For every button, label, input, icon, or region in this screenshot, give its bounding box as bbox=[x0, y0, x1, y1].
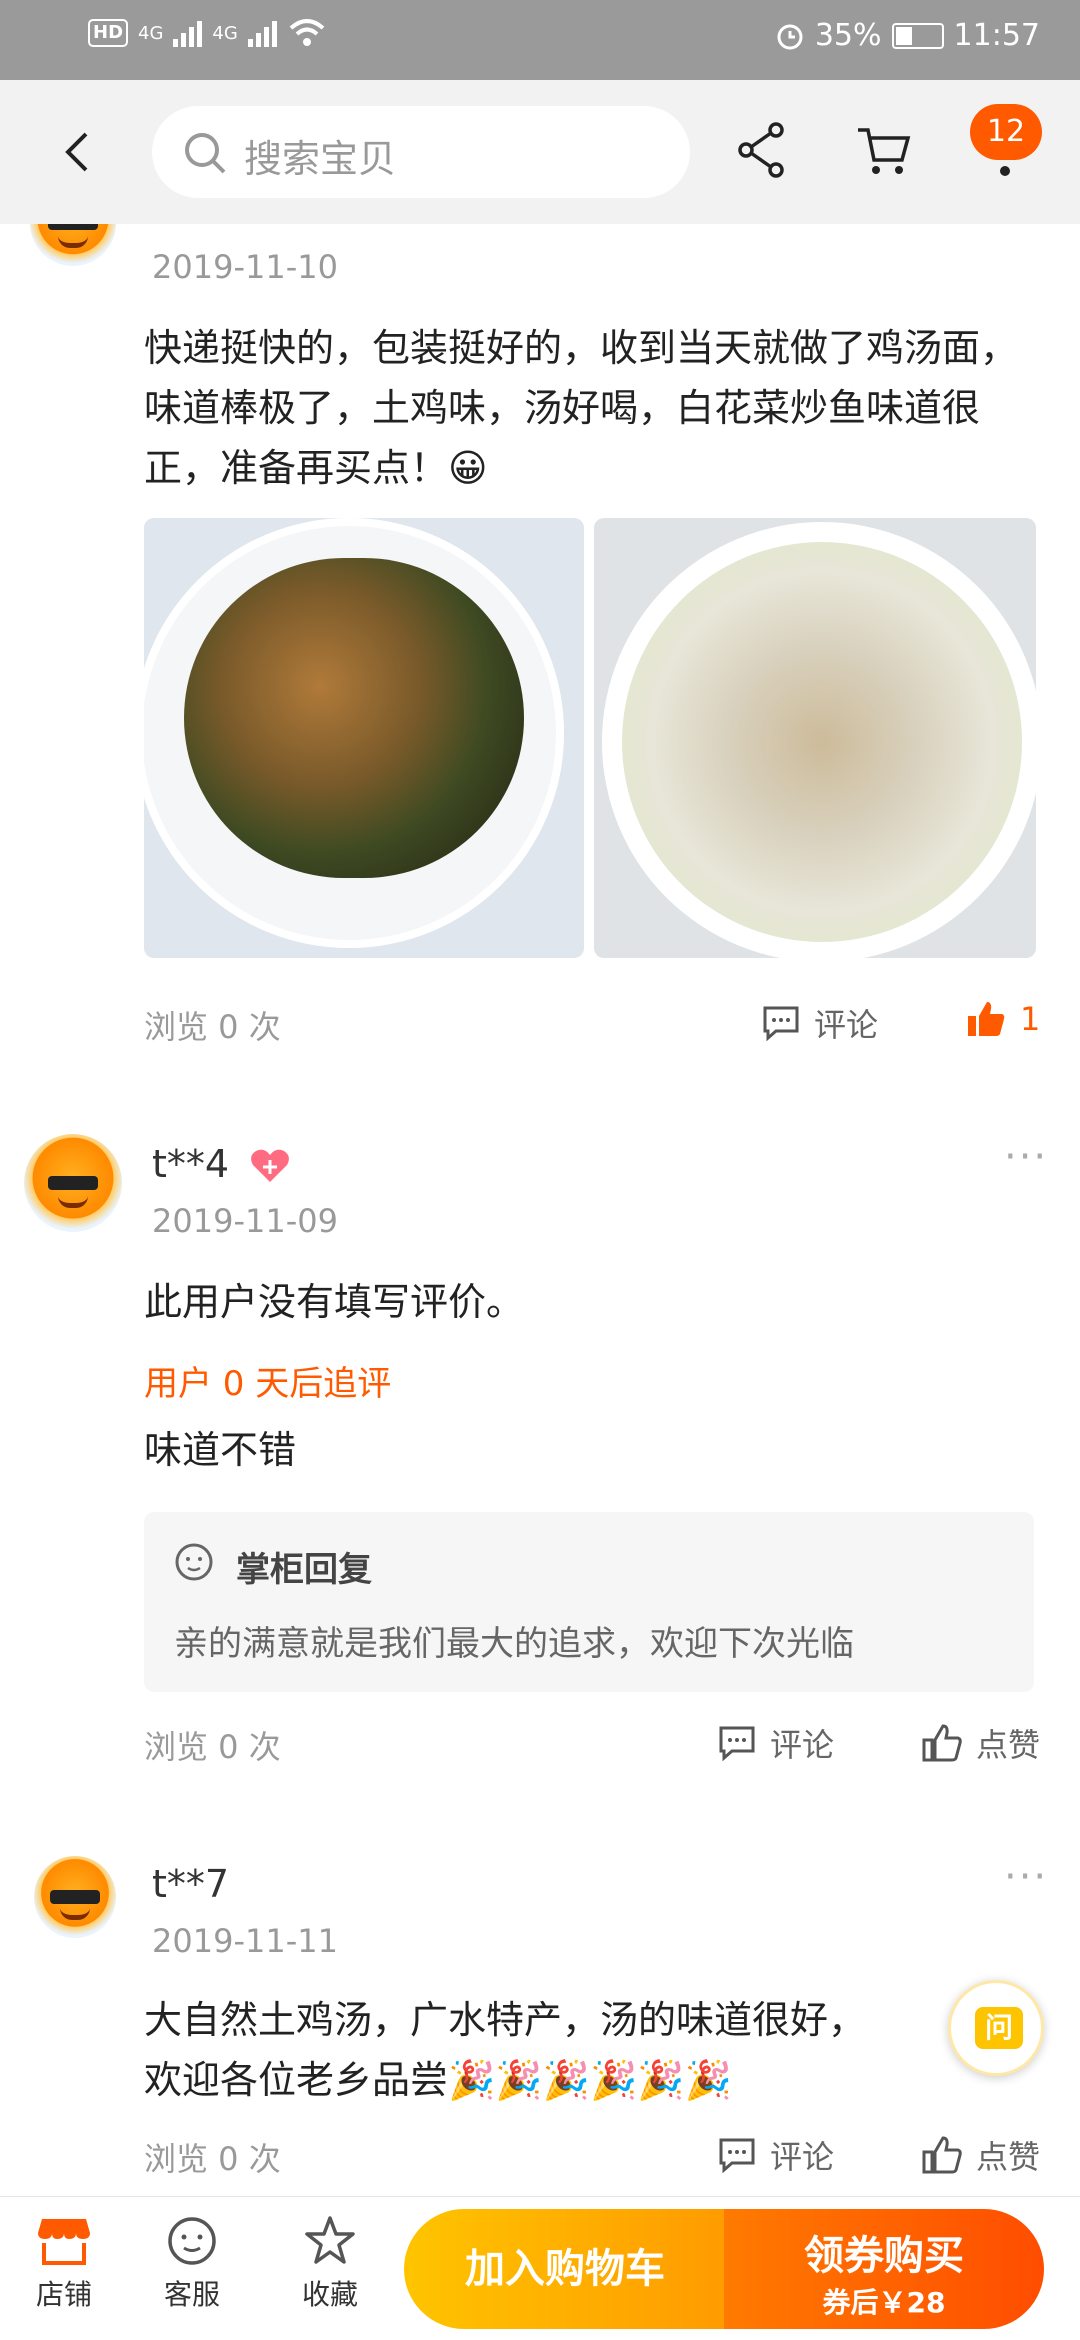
comment-button[interactable]: 评论 bbox=[718, 2132, 834, 2178]
search-placeholder: 搜索宝贝 bbox=[244, 137, 397, 181]
favorite-tab[interactable]: 收藏 bbox=[280, 2215, 380, 2313]
avatar[interactable] bbox=[34, 1856, 116, 1938]
thumbs-up-icon bbox=[922, 1724, 962, 1762]
more-menu-icon[interactable] bbox=[1000, 166, 1010, 176]
like-label: 点赞 bbox=[976, 2138, 1041, 2176]
comment-icon bbox=[719, 2138, 755, 2173]
store-label: 店铺 bbox=[35, 2278, 92, 2311]
more-options-icon[interactable]: ··· bbox=[1004, 1854, 1048, 1900]
after-coupon-price: 券后￥28 bbox=[822, 2286, 946, 2319]
add-to-cart-button[interactable]: 加入购物车 bbox=[404, 2209, 726, 2329]
more-options-icon[interactable]: ··· bbox=[1004, 1134, 1048, 1180]
review-date: 2019-11-10 bbox=[152, 248, 338, 286]
like-count: 1 bbox=[1020, 1000, 1041, 1038]
cart-icon[interactable] bbox=[854, 120, 914, 180]
view-count: 浏览 0 次 bbox=[144, 2140, 281, 2178]
message-badge[interactable]: 12 bbox=[970, 104, 1042, 160]
buy-label: 领券购买 bbox=[804, 2233, 964, 2279]
search-icon bbox=[185, 133, 226, 174]
heart-badge-icon bbox=[251, 1149, 289, 1182]
smiley-reply-icon bbox=[175, 1543, 213, 1581]
like-button[interactable]: 1 bbox=[966, 1000, 1040, 1038]
sim1-network: 4G bbox=[138, 22, 164, 44]
store-icon bbox=[38, 2219, 90, 2265]
ask-icon: 问 bbox=[975, 2007, 1023, 2049]
followup-label: 用户 0 天后追评 bbox=[144, 1364, 392, 1404]
review-text-line-1: 大自然土鸡汤，广水特产，汤的味道很好， bbox=[144, 1998, 867, 2042]
customer-service-tab[interactable]: 客服 bbox=[142, 2215, 242, 2313]
signal-icon bbox=[173, 19, 203, 47]
avatar[interactable] bbox=[24, 1134, 122, 1232]
review-text: 快递挺快的，包装挺好的，收到当天就做了鸡汤面，味道棒极了，土鸡味，汤好喝，白花菜… bbox=[144, 326, 1019, 490]
back-arrow-icon[interactable] bbox=[48, 122, 108, 182]
star-icon bbox=[305, 2216, 355, 2264]
review-date: 2019-11-09 bbox=[152, 1202, 338, 1240]
comment-button[interactable]: 评论 bbox=[762, 1000, 878, 1046]
sim2-network: 4G bbox=[212, 22, 238, 44]
reply-text: 亲的满意就是我们最大的追求，欢迎下次光临 bbox=[174, 1624, 854, 1664]
store-tab[interactable]: 店铺 bbox=[14, 2215, 114, 2313]
share-icon[interactable] bbox=[734, 120, 790, 180]
username: t**4 bbox=[152, 1142, 230, 1186]
like-button[interactable]: 点赞 bbox=[922, 1720, 1040, 1766]
reply-title: 掌柜回复 bbox=[236, 1550, 372, 1590]
view-count: 浏览 0 次 bbox=[144, 1728, 281, 1766]
comment-icon bbox=[763, 1006, 799, 1041]
like-button[interactable]: 点赞 bbox=[922, 2132, 1040, 2178]
comment-label: 评论 bbox=[770, 2138, 835, 2176]
seller-reply-box: 掌柜回复 亲的满意就是我们最大的追求，欢迎下次光临 bbox=[144, 1512, 1034, 1692]
status-left: HD 4G 4G bbox=[88, 18, 327, 48]
comment-icon bbox=[719, 1726, 755, 1761]
status-bar: HD 4G 4G 35% 11:57 bbox=[0, 0, 1080, 80]
bottom-action-bar: 店铺 客服 收藏 加入购物车 领券购买 券后￥28 bbox=[0, 2196, 1080, 2340]
review-date: 2019-11-11 bbox=[152, 1922, 338, 1960]
battery-percent: 35% bbox=[814, 18, 882, 53]
username: t**7 bbox=[152, 1862, 230, 1906]
signal-icon-2 bbox=[247, 19, 277, 47]
like-label: 点赞 bbox=[976, 1726, 1041, 1764]
thumbs-up-icon bbox=[922, 2136, 962, 2174]
coupon-buy-button[interactable]: 领券购买 券后￥28 bbox=[724, 2209, 1044, 2329]
alarm-icon bbox=[777, 24, 803, 49]
ask-question-button[interactable]: 问 bbox=[948, 1980, 1044, 2076]
comment-label: 评论 bbox=[814, 1006, 879, 1044]
review-photo-noodle-soup[interactable] bbox=[594, 518, 1036, 958]
followup-text: 味道不错 bbox=[144, 1428, 297, 1472]
review-text: 此用户没有填写评价。 bbox=[144, 1280, 525, 1324]
customer-service-icon bbox=[168, 2217, 216, 2265]
view-count: 浏览 0 次 bbox=[144, 1008, 281, 1046]
comment-label: 评论 bbox=[770, 1726, 835, 1764]
review-text-line-2: 欢迎各位老乡品尝🎉🎉🎉🎉🎉🎉 bbox=[144, 2058, 732, 2102]
wifi-icon bbox=[289, 19, 325, 46]
comment-button[interactable]: 评论 bbox=[718, 1720, 834, 1766]
top-nav-bar: 搜索宝贝 12 bbox=[0, 80, 1080, 224]
customer-service-label: 客服 bbox=[163, 2278, 220, 2311]
review-photo-chicken[interactable] bbox=[144, 518, 584, 958]
hd-indicator: HD bbox=[88, 19, 129, 47]
status-right: 35% 11:57 bbox=[775, 18, 1040, 53]
clock: 11:57 bbox=[953, 18, 1040, 53]
battery-icon bbox=[891, 22, 944, 49]
thumbs-up-filled-icon bbox=[968, 1002, 1005, 1036]
favorite-label: 收藏 bbox=[301, 2278, 358, 2311]
search-bar[interactable]: 搜索宝贝 bbox=[152, 106, 690, 198]
